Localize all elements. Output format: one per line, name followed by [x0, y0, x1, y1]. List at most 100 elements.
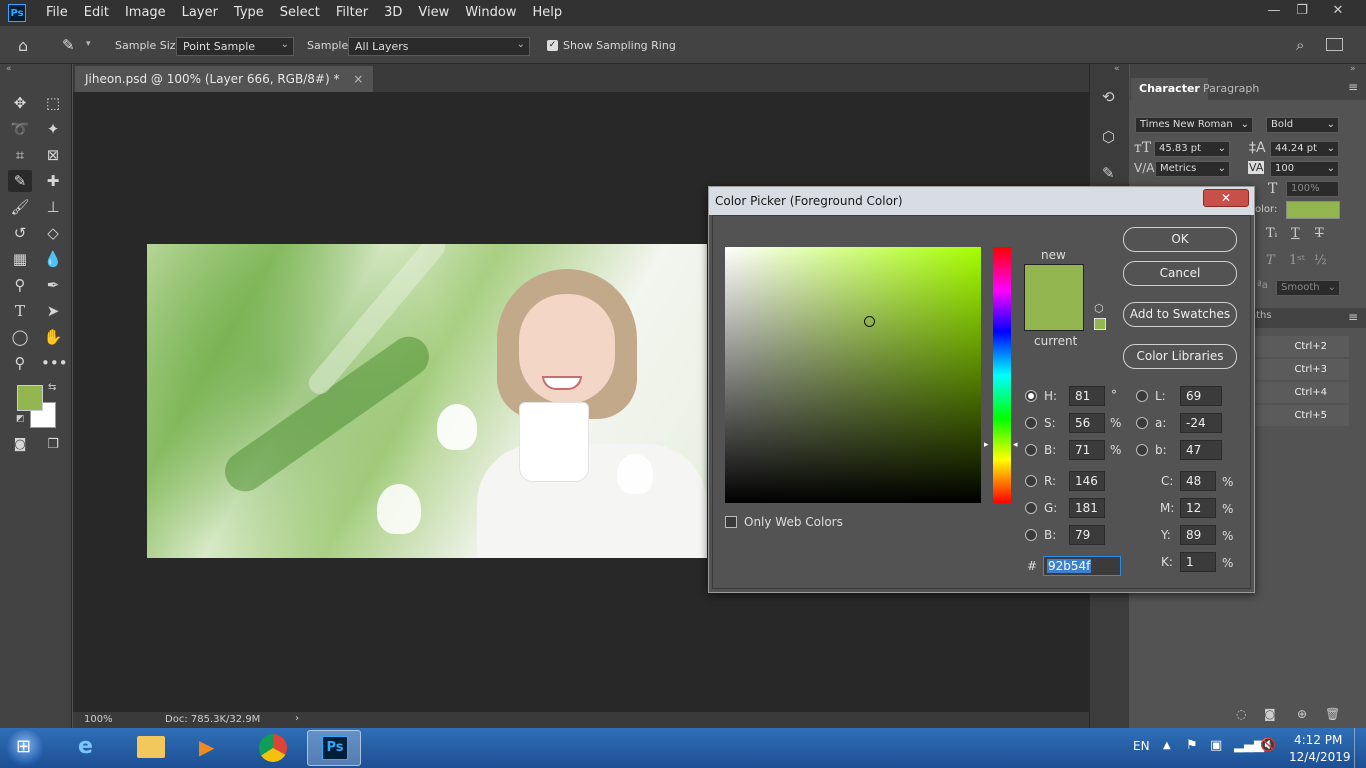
magenta-field[interactable]: 12 — [1180, 498, 1216, 518]
collapse-icon[interactable]: » — [1350, 64, 1356, 74]
clock-time[interactable]: 4:12 PM — [1294, 733, 1342, 747]
underline-icon[interactable]: T — [1291, 226, 1300, 241]
saturation-brightness-field[interactable] — [725, 247, 981, 503]
channel-row[interactable]: Ctrl+4 — [1252, 382, 1349, 403]
taskbar-file-explorer[interactable] — [123, 730, 177, 766]
red-radio[interactable] — [1025, 475, 1037, 487]
action-center-flag-icon[interactable]: ⚑ — [1186, 738, 1198, 753]
taskbar-chrome[interactable] — [245, 730, 299, 766]
cyan-field[interactable]: 48 — [1180, 471, 1216, 491]
black-field[interactable]: 1 — [1180, 552, 1216, 572]
ordinals-icon[interactable]: 1ˢᵗ — [1289, 253, 1305, 268]
menu-edit[interactable]: Edit — [76, 0, 117, 26]
pen-tool-icon[interactable]: ✒ — [41, 274, 65, 296]
menu-image[interactable]: Image — [117, 0, 174, 26]
swap-colors-icon[interactable]: ⇆ — [48, 382, 56, 393]
crop-tool-icon[interactable]: ⌗ — [8, 144, 32, 166]
history-brush-tool-icon[interactable]: ↺ — [8, 222, 32, 244]
start-button[interactable]: ⊞ — [6, 730, 44, 766]
hue-radio[interactable] — [1025, 390, 1037, 402]
antialias-select[interactable]: Smooth ⌄ — [1276, 280, 1340, 296]
italic-icon[interactable]: T — [1266, 253, 1275, 268]
add-to-swatches-button[interactable]: Add to Swatches — [1123, 302, 1237, 327]
menu-file[interactable]: File — [38, 0, 76, 26]
menu-select[interactable]: Select — [272, 0, 328, 26]
show-sampling-ring-checkbox[interactable]: ✓ — [547, 40, 558, 51]
brush-tool-icon[interactable]: 🖌 — [8, 196, 32, 218]
cancel-button[interactable]: Cancel — [1123, 261, 1237, 286]
magic-wand-tool-icon[interactable]: ✦ — [41, 118, 65, 140]
menu-help[interactable]: Help — [525, 0, 571, 26]
collapse-icon[interactable]: « — [6, 64, 12, 74]
lab-b-radio[interactable] — [1136, 444, 1148, 456]
collapse-icon[interactable]: « — [1114, 64, 1120, 74]
tracking-select[interactable]: 100 ⌄ — [1270, 161, 1339, 177]
screen-mode-icon[interactable]: ❐ — [41, 434, 65, 456]
frame-tool-icon[interactable]: ⊠ — [41, 144, 65, 166]
hue-slider-right-arrow[interactable]: ◂ — [1013, 440, 1018, 450]
lab-a-radio[interactable] — [1136, 417, 1148, 429]
zoom-level[interactable]: 100% — [84, 714, 113, 725]
small-caps-icon[interactable]: Tᵢ — [1266, 226, 1277, 241]
font-size-select[interactable]: 45.83 pt ⌄ — [1154, 141, 1230, 157]
blur-tool-icon[interactable]: 💧 — [41, 248, 65, 270]
lab-b-field[interactable]: 47 — [1180, 440, 1222, 460]
close-button[interactable]: ✕ — [1320, 0, 1356, 22]
show-desktop-button[interactable] — [1354, 728, 1366, 768]
hue-field[interactable]: 81 — [1069, 386, 1105, 406]
lab-l-radio[interactable] — [1136, 390, 1148, 402]
saturation-radio[interactable] — [1025, 417, 1037, 429]
document-image[interactable] — [147, 244, 707, 558]
dialog-close-button[interactable]: ✕ — [1203, 189, 1249, 207]
quick-mask-icon[interactable]: ◙ — [8, 434, 32, 456]
healing-brush-tool-icon[interactable]: ✚ — [41, 170, 65, 192]
menu-filter[interactable]: Filter — [328, 0, 376, 26]
stamp-tool-icon[interactable]: ⊥ — [41, 196, 65, 218]
panel-menu-icon[interactable]: ≡ — [1348, 310, 1358, 324]
tool-preset-chevron-icon[interactable]: ▾ — [86, 39, 91, 49]
blue-field[interactable]: 79 — [1069, 525, 1105, 545]
foreground-color-swatch[interactable] — [17, 385, 43, 411]
ok-button[interactable]: OK — [1123, 227, 1237, 252]
default-colors-icon[interactable]: ◩ — [16, 414, 25, 424]
zoom-tool-icon[interactable]: ⚲ — [8, 352, 32, 374]
device-icon[interactable]: ▣ — [1210, 738, 1222, 753]
lasso-tool-icon[interactable]: ➰ — [8, 118, 32, 140]
red-field[interactable]: 146 — [1069, 471, 1105, 491]
green-field[interactable]: 181 — [1069, 498, 1105, 518]
more-tools-icon[interactable]: ••• — [41, 352, 68, 374]
sample-size-select[interactable]: Point Sample ⌄ — [176, 37, 294, 56]
eyedropper-tool-icon[interactable]: ✎ — [62, 36, 75, 54]
hand-tool-icon[interactable]: ✋ — [41, 326, 65, 348]
channel-row[interactable]: Ctrl+3 — [1252, 359, 1349, 380]
dodge-tool-icon[interactable]: ⚲ — [8, 274, 32, 296]
chevron-right-icon[interactable]: › — [295, 713, 299, 724]
clock-date[interactable]: 12/4/2019 — [1289, 750, 1351, 764]
web-safe-swatch[interactable] — [1094, 318, 1106, 330]
show-hidden-icons-icon[interactable]: ▲ — [1163, 740, 1171, 751]
kerning-select[interactable]: Metrics ⌄ — [1155, 161, 1230, 177]
taskbar-internet-explorer[interactable]: e — [63, 730, 117, 766]
history-panel-icon[interactable]: ⟲ — [1102, 88, 1115, 106]
menu-view[interactable]: View — [410, 0, 457, 26]
move-tool-icon[interactable]: ✥ — [8, 92, 32, 114]
leading-select[interactable]: 44.24 pt ⌄ — [1270, 141, 1339, 157]
lab-l-field[interactable]: 69 — [1180, 386, 1222, 406]
eraser-tool-icon[interactable]: ◇ — [41, 222, 65, 244]
hue-slider[interactable] — [993, 247, 1011, 503]
sample-select[interactable]: All Layers ⌄ — [348, 37, 530, 56]
channel-row[interactable]: Ctrl+2 — [1252, 336, 1349, 357]
green-radio[interactable] — [1025, 502, 1037, 514]
channel-row[interactable]: Ctrl+5 — [1252, 405, 1349, 426]
font-style-select[interactable]: Bold ⌄ — [1266, 117, 1339, 133]
text-color-swatch[interactable] — [1286, 201, 1340, 219]
3d-panel-icon[interactable]: ⬡ — [1102, 128, 1115, 146]
workspace-icon[interactable] — [1326, 38, 1343, 51]
volume-muted-icon[interactable]: 🔇 — [1260, 738, 1276, 753]
panel-menu-icon[interactable]: ≡ — [1348, 80, 1358, 94]
tab-paragraph[interactable]: Paragraph — [1195, 78, 1267, 100]
hue-slider-left-arrow[interactable]: ▸ — [984, 440, 989, 450]
type-tool-icon[interactable]: T — [8, 300, 32, 322]
eyedropper-tool-icon[interactable]: ✎ — [8, 170, 32, 192]
menu-type[interactable]: Type — [226, 0, 272, 26]
